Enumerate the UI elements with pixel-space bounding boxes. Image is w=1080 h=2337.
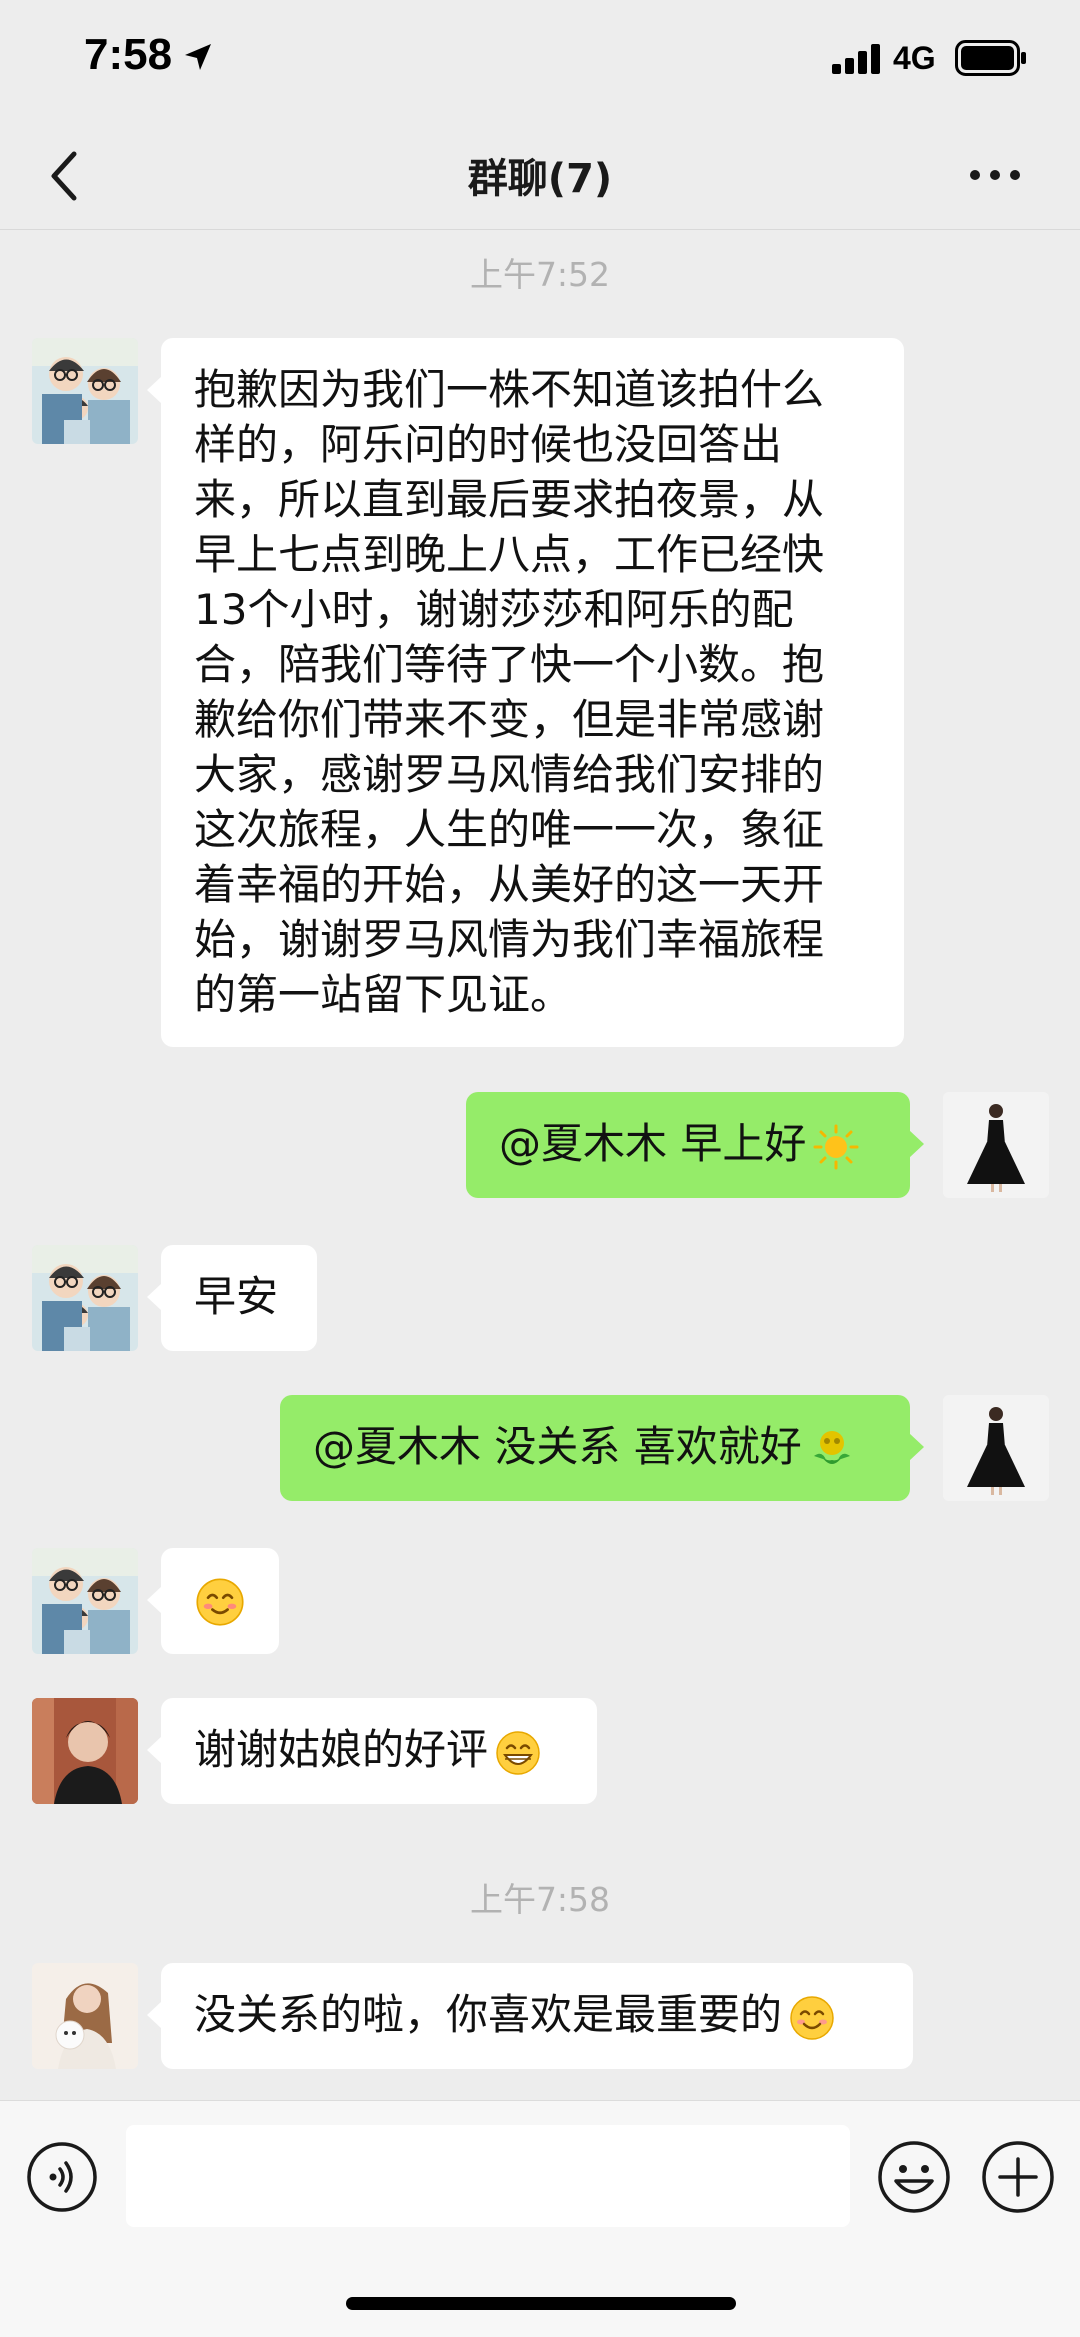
message-text: @夏木木 早上好 [499, 1119, 807, 1168]
emoji-picker-icon[interactable] [876, 2139, 952, 2215]
woman-with-dog-avatar[interactable] [32, 1963, 138, 2069]
cartoon-family-avatar[interactable] [32, 1245, 138, 1351]
cartoon-family-avatar[interactable] [32, 338, 138, 444]
black-dress-avatar[interactable] [943, 1395, 1049, 1501]
more-options-icon[interactable] [965, 150, 1025, 200]
message-text: 谢谢姑娘的好评 [194, 1725, 489, 1774]
sun-icon [813, 1124, 859, 1169]
signal-icon [832, 44, 880, 74]
timestamp: 上午7:58 [469, 1880, 611, 1919]
status-bar: 7:58 4G [0, 0, 1080, 120]
smile-icon [790, 1995, 834, 2040]
status-time: 7:58 [84, 30, 173, 79]
nav-bar: 群聊(7) [0, 120, 1080, 230]
black-dress-avatar[interactable] [943, 1092, 1049, 1198]
grin-icon [496, 1730, 540, 1775]
add-attachment-icon[interactable] [980, 2139, 1056, 2215]
timestamp: 上午7:52 [469, 255, 611, 294]
chat-screen: 7:58 4G 群聊(7) 上午7:52 抱歉因为我们一株不知道该拍什么 样的，… [0, 0, 1080, 2337]
message-bubble[interactable]: 抱歉因为我们一株不知道该拍什么 样的，阿乐问的时候也没回答出 来，所以直到最后要… [147, 338, 904, 1047]
blush-smile-icon [196, 1578, 244, 1626]
message-text: @夏木木 没关系 喜欢就好 [313, 1422, 802, 1471]
message-input[interactable] [126, 2125, 850, 2227]
rose-icon [813, 1430, 850, 1464]
man-portrait-avatar[interactable] [32, 1698, 138, 1804]
home-indicator [346, 2297, 736, 2310]
message-bubble[interactable]: 早安 [147, 1245, 317, 1351]
message-bubble[interactable]: 谢谢姑娘的好评 [147, 1698, 597, 1804]
network-label: 4G [893, 40, 936, 76]
message-bubble[interactable]: @夏木木 没关系 喜欢就好 [280, 1395, 924, 1501]
message-text: 没关系的啦，你喜欢是最重要的 [194, 1990, 783, 2039]
cartoon-family-avatar[interactable] [32, 1548, 138, 1654]
message-bubble[interactable]: @夏木木 早上好 [466, 1092, 924, 1198]
voice-input-icon[interactable] [26, 2141, 98, 2213]
message-bubble[interactable]: 没关系的啦，你喜欢是最重要的 [147, 1963, 913, 2069]
location-arrow-icon [185, 44, 211, 70]
chat-title: 群聊(7) [467, 156, 613, 202]
message-bubble[interactable] [147, 1548, 279, 1654]
battery-icon [955, 40, 1026, 76]
